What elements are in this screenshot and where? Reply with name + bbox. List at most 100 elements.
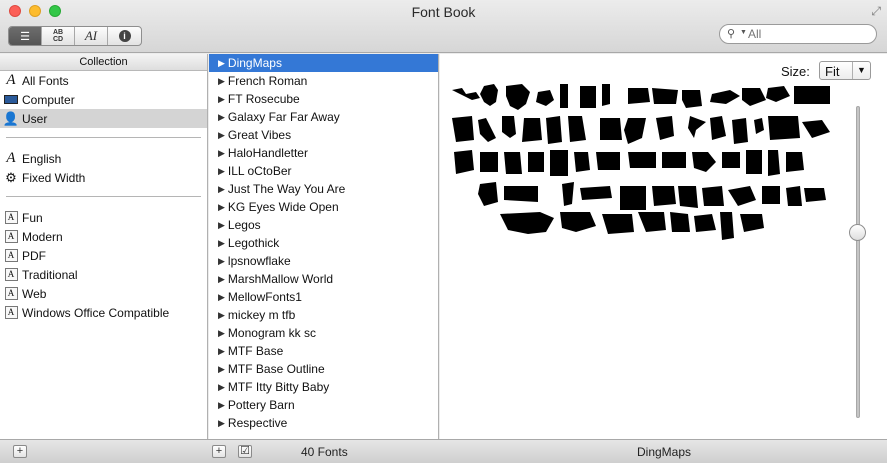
disclosure-triangle-icon[interactable]: ▶: [218, 184, 225, 195]
font-script-icon: A: [6, 72, 16, 88]
dingmaps-glyph-preview: [452, 84, 830, 240]
add-font-button[interactable]: +: [212, 445, 226, 458]
collection-item-label: PDF: [22, 248, 46, 263]
font-list-item[interactable]: ▶ Respective: [209, 414, 438, 432]
disclosure-triangle-icon[interactable]: ▶: [218, 274, 225, 285]
font-list-item[interactable]: ▶ HaloHandletter: [209, 144, 438, 162]
search-input[interactable]: [748, 27, 868, 41]
size-select-value: Fit: [825, 64, 840, 79]
font-list-item[interactable]: ▶ French Roman: [209, 72, 438, 90]
add-collection-button[interactable]: +: [13, 445, 27, 458]
font-info-button[interactable]: i: [108, 27, 141, 45]
collection-item-label: Computer: [22, 92, 75, 107]
font-script-icon: A: [6, 150, 16, 166]
font-list-item[interactable]: ▶ MarshMallow World: [209, 270, 438, 288]
size-label: Size:: [781, 64, 810, 79]
font-item-label: MTF Base: [227, 344, 284, 358]
font-list-item[interactable]: ▶ MTF Base Outline: [209, 360, 438, 378]
disclosure-triangle-icon[interactable]: ▶: [218, 310, 225, 321]
collection-item-computer[interactable]: Computer: [0, 90, 207, 109]
font-list-item[interactable]: ▶ KG Eyes Wide Open: [209, 198, 438, 216]
collection-item-fun[interactable]: A Fun: [0, 208, 207, 227]
disclosure-triangle-icon[interactable]: ▶: [218, 364, 225, 375]
disclosure-triangle-icon[interactable]: ▶: [218, 76, 225, 87]
computer-icon: [4, 93, 18, 107]
collection-item-label: Modern: [22, 229, 63, 244]
font-list-item[interactable]: ▶ MTF Itty Bitty Baby: [209, 378, 438, 396]
font-list-item[interactable]: ▶ Legothick: [209, 234, 438, 252]
font-list-item[interactable]: ▶ Great Vibes: [209, 126, 438, 144]
font-item-label: Respective: [227, 416, 288, 430]
disclosure-triangle-icon[interactable]: ▶: [218, 400, 225, 411]
user-icon: 👤: [2, 110, 20, 126]
size-select[interactable]: Fit ▼: [819, 61, 871, 80]
font-list: ▶ DingMaps ▶ French Roman ▶ FT Rosecube ▶ Galax…: [209, 54, 439, 439]
info-icon: i: [118, 30, 131, 42]
disclosure-triangle-icon[interactable]: ▶: [218, 292, 225, 303]
collection-item-fixed-width[interactable]: ⚙ Fixed Width: [0, 168, 207, 187]
size-slider-knob[interactable]: [849, 224, 866, 241]
collection-item-english[interactable]: A English: [0, 149, 207, 168]
disclosure-triangle-icon[interactable]: ▶: [218, 130, 225, 141]
collection-header: Collection: [0, 54, 207, 71]
font-item-label: Just The Way You Are: [227, 182, 346, 196]
custom-preview-button[interactable]: AI: [75, 27, 108, 45]
font-list-item[interactable]: ▶ Monogram kk sc: [209, 324, 438, 342]
collection-item-pdf[interactable]: A PDF: [0, 246, 207, 265]
collection-item-web[interactable]: A Web: [0, 284, 207, 303]
font-list-item[interactable]: ▶ DingMaps: [209, 54, 438, 72]
font-list-item[interactable]: ▶ FT Rosecube: [209, 90, 438, 108]
disclosure-triangle-icon[interactable]: ▶: [218, 238, 225, 249]
disclosure-triangle-icon[interactable]: ▶: [218, 346, 225, 357]
disclosure-triangle-icon[interactable]: ▶: [218, 148, 225, 159]
disclosure-triangle-icon[interactable]: ▶: [218, 202, 225, 213]
font-list-item[interactable]: ▶ mickey m tfb: [209, 306, 438, 324]
font-list-item[interactable]: ▶ Legos: [209, 216, 438, 234]
collection-item-all-fonts[interactable]: A All Fonts: [0, 71, 207, 90]
font-list-item[interactable]: ▶ lpsnowflake: [209, 252, 438, 270]
font-item-label: Pottery Barn: [227, 398, 295, 412]
abcd-sample-icon: AB CD: [52, 29, 64, 43]
collection-item-modern[interactable]: A Modern: [0, 227, 207, 246]
font-list-item[interactable]: ▶ MTF Base: [209, 342, 438, 360]
font-list-item[interactable]: ▶ MellowFonts1: [209, 288, 438, 306]
font-item-label: MTF Itty Bitty Baby: [227, 380, 330, 394]
font-item-label: Great Vibes: [227, 128, 292, 142]
plus-icon: +: [16, 445, 24, 457]
disclosure-triangle-icon[interactable]: ▶: [218, 166, 225, 177]
font-list-item[interactable]: ▶ Just The Way You Are: [209, 180, 438, 198]
disclosure-triangle-icon[interactable]: ▶: [218, 328, 225, 339]
collection-item-windows-office-compatible[interactable]: A Windows Office Compatible: [0, 303, 207, 322]
collection-item-traditional[interactable]: A Traditional: [0, 265, 207, 284]
disclosure-triangle-icon[interactable]: ▶: [218, 382, 225, 393]
font-list-item[interactable]: ▶ Pottery Barn: [209, 396, 438, 414]
font-list-item[interactable]: ▶ Galaxy Far Far Away: [209, 108, 438, 126]
disclosure-triangle-icon[interactable]: ▶: [218, 94, 225, 105]
disclosure-triangle-icon[interactable]: ▶: [218, 58, 225, 69]
collection-item-user[interactable]: 👤 User: [0, 109, 207, 128]
fullscreen-icon[interactable]: ⤢: [871, 4, 881, 19]
selected-font-name: DingMaps: [637, 445, 692, 459]
font-item-label: MTF Base Outline: [227, 362, 325, 376]
font-item-label: DingMaps: [227, 56, 282, 70]
font-items: ▶ DingMaps ▶ French Roman ▶ FT Rosecube ▶ Galax…: [209, 54, 438, 432]
disclosure-triangle-icon[interactable]: ▶: [218, 256, 225, 267]
sample-view-button[interactable]: AB CD: [42, 27, 75, 45]
list-icon: ☰: [20, 30, 30, 43]
disclosure-triangle-icon[interactable]: ▶: [218, 112, 225, 123]
search-field[interactable]: ⚲ ▼: [719, 24, 877, 44]
disclosure-triangle-icon[interactable]: ▶: [218, 418, 225, 429]
enable-font-button[interactable]: ☑: [238, 445, 252, 458]
search-icon: ⚲: [727, 28, 736, 40]
list-view-button[interactable]: ☰: [9, 27, 42, 45]
size-slider-track[interactable]: [856, 106, 860, 418]
window-title: Font Book: [411, 4, 476, 20]
font-item-label: Galaxy Far Far Away: [227, 110, 340, 124]
collection-box-icon: A: [4, 268, 18, 282]
collection-box-icon: A: [4, 249, 18, 263]
collection-box-icon: A: [4, 287, 18, 301]
font-list-item[interactable]: ▶ ILL oCtoBer: [209, 162, 438, 180]
collection-item-label: Web: [22, 286, 47, 301]
collection-item-label: Windows Office Compatible: [22, 305, 170, 320]
disclosure-triangle-icon[interactable]: ▶: [218, 220, 225, 231]
